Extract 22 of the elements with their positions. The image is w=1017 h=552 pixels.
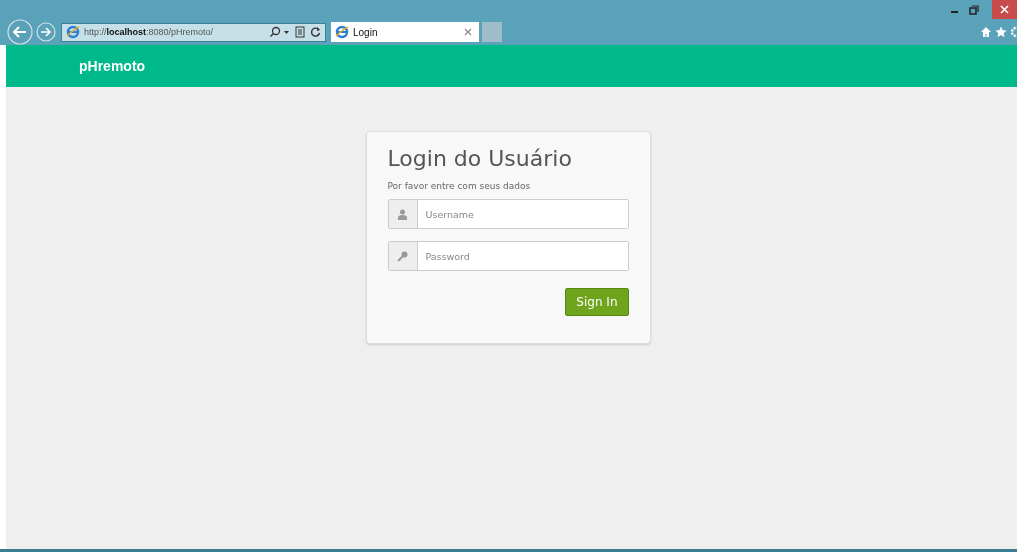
url-text: http://localhost:8080/pHremoto/ [84, 27, 215, 37]
forward-icon[interactable] [36, 22, 56, 42]
input-field[interactable]: Username [387, 199, 629, 229]
browser-logo-icon [335, 25, 349, 39]
refresh-icon[interactable] [310, 26, 321, 38]
login-subtitle: Por favor entre com seus dados [387, 181, 532, 191]
browser-tab[interactable]: Login [331, 22, 479, 42]
key-icon [397, 250, 408, 262]
close-window-button[interactable] [992, 0, 1017, 19]
close-icon[interactable] [1000, 5, 1009, 14]
input-field[interactable]: Password [387, 241, 629, 271]
user-icon [397, 208, 408, 220]
close-tab-icon[interactable] [464, 28, 472, 36]
search-icon[interactable] [269, 26, 291, 38]
login-title: Login do Usuário [387, 146, 573, 171]
address-bar[interactable]: http://localhost:8080/pHremoto/ [61, 22, 326, 42]
browser-logo-icon [66, 25, 80, 39]
home-icon[interactable] [980, 26, 992, 38]
settings-icon[interactable] [1010, 26, 1017, 38]
star-icon[interactable] [995, 26, 1007, 38]
restore-icon[interactable] [969, 4, 979, 15]
back-icon[interactable] [7, 19, 33, 45]
